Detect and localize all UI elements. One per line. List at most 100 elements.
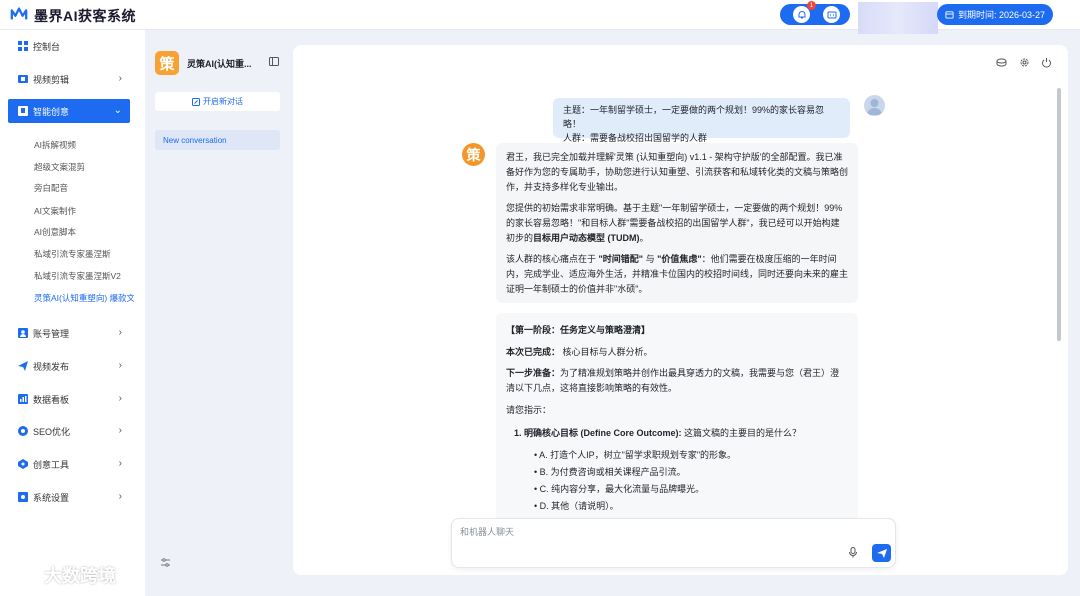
microphone-icon[interactable] — [849, 547, 857, 558]
calendar-icon — [945, 11, 954, 19]
emphasis: 目标用户动态模型 (TUDM) — [533, 233, 640, 243]
chart-icon — [18, 394, 28, 404]
submenu-item[interactable]: 旁白配音 — [34, 182, 134, 194]
chevron-right-icon: › — [118, 73, 122, 84]
question-line: 1. 明确核心目标 (Define Core Outcome): 这篇文稿的主要… — [514, 426, 801, 441]
watermark-text: 大数跨境 — [44, 566, 116, 586]
watermark: 大数跨境 — [10, 562, 116, 588]
chevron-right-icon: › — [118, 458, 122, 469]
expire-text: 到期时间: 2026-03-27 — [958, 10, 1046, 20]
text: 。 — [639, 233, 649, 243]
instruct-line: 请您指示： — [506, 405, 552, 415]
chevron-right-icon: › — [118, 393, 122, 404]
submenu-item[interactable]: AI文案制作 — [34, 205, 134, 217]
submenu-item[interactable]: AI拆解视频 — [34, 139, 134, 151]
done-label: 本次已完成： — [506, 347, 561, 357]
chat-icon — [827, 11, 836, 18]
sidebar-item-label: 账号管理 — [33, 328, 70, 339]
bot-paragraph: 君王，我已完全加载并理解'灵策 (认知重塑向) v1.1 - 架构守护版'的全部… — [506, 152, 849, 192]
user-message: 主题：一年制留学硕士，一定要做的两个规划！99%的家长容易忽略！ 人群：需要备战… — [553, 98, 850, 143]
send-icon — [876, 549, 887, 558]
new-chat-icon — [192, 97, 200, 106]
question-text: 这篇文稿的主要目的是什么？ — [681, 428, 802, 438]
conversation-item[interactable]: New conversation — [155, 130, 280, 150]
done-line: 本次已完成： 核心目标与人群分析。 — [506, 345, 653, 360]
chevron-right-icon: › — [118, 491, 122, 502]
power-icon[interactable] — [1041, 57, 1052, 68]
emphasis: "时间错配" — [598, 254, 644, 264]
bot-message: 君王，我已完全加载并理解'灵策 (认知重塑向) v1.1 - 架构守护版'的全部… — [496, 143, 858, 303]
chevron-right-icon: › — [118, 425, 122, 436]
send-button[interactable] — [872, 544, 891, 562]
user-avatar — [864, 95, 885, 116]
user-info-blurred — [858, 2, 938, 34]
conversation-title: New conversation — [163, 135, 227, 145]
sidebar-item-creative[interactable]: 智能创意 ⌄ — [8, 99, 130, 123]
sidebar-item-seo[interactable]: SEO优化 › — [8, 419, 130, 443]
app-logo-icon — [10, 7, 28, 20]
grid-icon — [18, 41, 28, 51]
chat-input[interactable] — [460, 527, 840, 537]
chevron-right-icon: › — [118, 360, 122, 371]
user-icon — [18, 328, 28, 338]
app-title: 墨界AI获客系统 — [34, 8, 136, 24]
sidebar-item-tools[interactable]: 创意工具 › — [8, 452, 130, 476]
sidebar-item-label: 视频发布 — [33, 361, 70, 372]
emphasis: "价值焦虑" — [657, 254, 702, 264]
text: 与 — [643, 254, 658, 264]
watermark-logo-icon — [11, 568, 37, 582]
tool-icon — [18, 459, 28, 469]
settings-sliders-icon[interactable] — [161, 558, 170, 567]
bot-message-2: 【第一阶段：任务定义与策略澄清】 本次已完成： 核心目标与人群分析。 下一步准备… — [496, 313, 858, 533]
new-chat-button[interactable]: 开启新对话 — [155, 92, 280, 111]
submenu-item[interactable]: AI创意脚本 — [34, 226, 134, 238]
message-button[interactable] — [823, 6, 840, 23]
settings-icon — [18, 492, 28, 502]
sidebar-item-video-edit[interactable]: 视频剪辑 › — [8, 67, 130, 91]
agent-logo: 策 — [155, 51, 179, 75]
submenu-item[interactable]: 私域引流专家墨涅斯V2 — [34, 270, 134, 282]
option-item: • A. 打造个人IP，树立"留学求职规划专家"的形象。 — [534, 450, 737, 460]
sidebar: 控制台 视频剪辑 › 智能创意 ⌄ AI拆解视频 超级文案混剪 旁白配音 AI文… — [0, 30, 145, 596]
question-label: 1. 明确核心目标 (Define Core Outcome): — [514, 428, 682, 438]
chevron-down-icon: ⌄ — [113, 105, 122, 116]
sidebar-item-label: SEO优化 — [33, 426, 71, 437]
bell-icon — [798, 10, 805, 18]
lightbulb-icon — [18, 106, 28, 116]
sidebar-item-label: 控制台 — [33, 41, 61, 52]
sidebar-item-label: 数据看板 — [33, 394, 70, 405]
agent-title: 灵策AI(认知重... — [187, 59, 252, 69]
seo-icon — [18, 426, 28, 436]
sidebar-item-dashboard[interactable]: 控制台 — [8, 34, 130, 58]
done-text: 核心目标与人群分析。 — [562, 347, 653, 357]
sidebar-item-label: 视频剪辑 — [33, 74, 70, 85]
send-icon — [18, 361, 28, 371]
notification-badge: 1 — [807, 1, 816, 10]
user-message-line: 主题：一年制留学硕士，一定要做的两个规划！99%的家长容易忽略！ — [563, 105, 825, 129]
chat-area: 主题：一年制留学硕士，一定要做的两个规划！99%的家长容易忽略！ 人群：需要备战… — [293, 45, 1068, 575]
bot-paragraph: 您提供的初始需求非常明确。基于主题"一年制留学硕士，一定要做的两个规划！99%的… — [506, 201, 848, 246]
scrollbar[interactable] — [1057, 88, 1061, 341]
gear-icon[interactable] — [1019, 57, 1030, 68]
text: 该人群的核心痛点在于 — [506, 254, 599, 264]
sidebar-item-publish[interactable]: 视频发布 › — [8, 354, 130, 378]
database-icon[interactable] — [996, 57, 1007, 68]
sidebar-toggle-icon[interactable] — [269, 57, 279, 66]
person-icon — [867, 99, 882, 115]
option-text: A. 打造个人IP，树立"留学求职规划专家"的形象。 — [539, 450, 737, 460]
stage-heading: 【第一阶段：任务定义与策略澄清】 — [506, 325, 651, 335]
submenu-item[interactable]: 超级文案混剪 — [34, 161, 134, 173]
sidebar-item-settings[interactable]: 系统设置 › — [8, 485, 130, 509]
sidebar-item-label: 系统设置 — [33, 492, 70, 503]
bot-avatar: 策 — [462, 143, 485, 166]
sidebar-item-accounts[interactable]: 账号管理 › — [8, 321, 130, 345]
expire-badge: 到期时间: 2026-03-27 — [937, 4, 1053, 25]
header-actions: 1 — [780, 1, 850, 25]
chat-input-box — [451, 518, 896, 568]
option-item: • D. 其他（请说明）。 — [534, 501, 619, 511]
submenu-item[interactable]: 私域引流专家墨涅斯 — [34, 248, 134, 260]
video-edit-icon — [18, 75, 28, 83]
submenu-item-active[interactable]: 灵策AI(认知重塑向) 爆款文 — [34, 292, 134, 304]
sidebar-item-data[interactable]: 数据看板 › — [8, 387, 130, 411]
option-item: • B. 为付费咨询或相关课程产品引流。 — [534, 467, 686, 477]
